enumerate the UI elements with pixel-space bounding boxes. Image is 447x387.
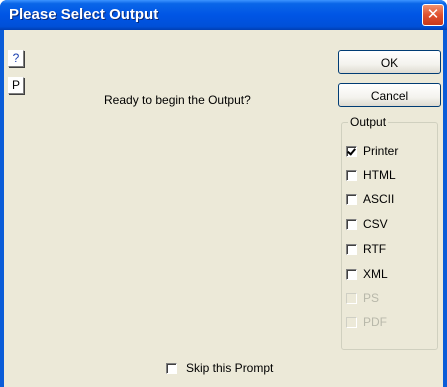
output-option-printer[interactable]: Printer	[346, 143, 398, 159]
rtf-label: RTF	[363, 242, 387, 256]
printer-label: Printer	[363, 144, 399, 158]
html-label: HTML	[363, 168, 396, 182]
output-groupbox: Output Printer HTML ASCII CSV RTF XML PS…	[341, 115, 438, 350]
html-checkbox[interactable]	[346, 169, 357, 181]
skip-prompt-checkbox[interactable]	[166, 362, 177, 374]
skip-prompt-option[interactable]: Skip this Prompt	[166, 360, 273, 376]
output-option-ascii[interactable]: ASCII	[346, 191, 394, 207]
rtf-checkbox[interactable]	[346, 243, 357, 255]
prompt-text: Ready to begin the Output?	[104, 93, 251, 107]
xml-checkbox[interactable]	[346, 268, 357, 280]
ascii-label: ASCII	[363, 192, 395, 206]
output-option-ps: PS	[346, 290, 379, 306]
csv-label: CSV	[363, 217, 388, 231]
skip-prompt-label: Skip this Prompt	[186, 361, 274, 375]
dialog-title: Please Select Output	[9, 6, 159, 23]
cancel-button[interactable]: Cancel	[338, 83, 441, 107]
csv-checkbox[interactable]	[346, 218, 357, 230]
xml-label: XML	[363, 267, 388, 281]
printer-checkbox[interactable]	[346, 145, 357, 157]
pdf-label: PDF	[363, 315, 387, 329]
output-option-rtf[interactable]: RTF	[346, 241, 386, 257]
ok-button[interactable]: OK	[338, 50, 441, 74]
print-button[interactable]: P	[8, 77, 24, 94]
ps-label: PS	[363, 291, 380, 305]
output-option-pdf: PDF	[346, 314, 387, 330]
close-icon: ✕	[426, 5, 440, 23]
help-button[interactable]: ?	[8, 50, 24, 67]
output-option-xml[interactable]: XML	[346, 266, 388, 282]
pdf-checkbox	[346, 316, 357, 328]
dialog-window: Please Select Output ✕ ? P Ready to begi…	[0, 0, 447, 387]
output-option-html[interactable]: HTML	[346, 167, 396, 183]
dialog-body: ? P Ready to begin the Output? OK Cancel…	[4, 30, 443, 387]
output-group-label: Output	[348, 115, 389, 129]
ps-checkbox	[346, 292, 357, 304]
title-bar[interactable]: Please Select Output ✕	[0, 0, 447, 30]
close-button[interactable]: ✕	[422, 4, 444, 26]
output-option-csv[interactable]: CSV	[346, 216, 388, 232]
ascii-checkbox[interactable]	[346, 193, 357, 205]
